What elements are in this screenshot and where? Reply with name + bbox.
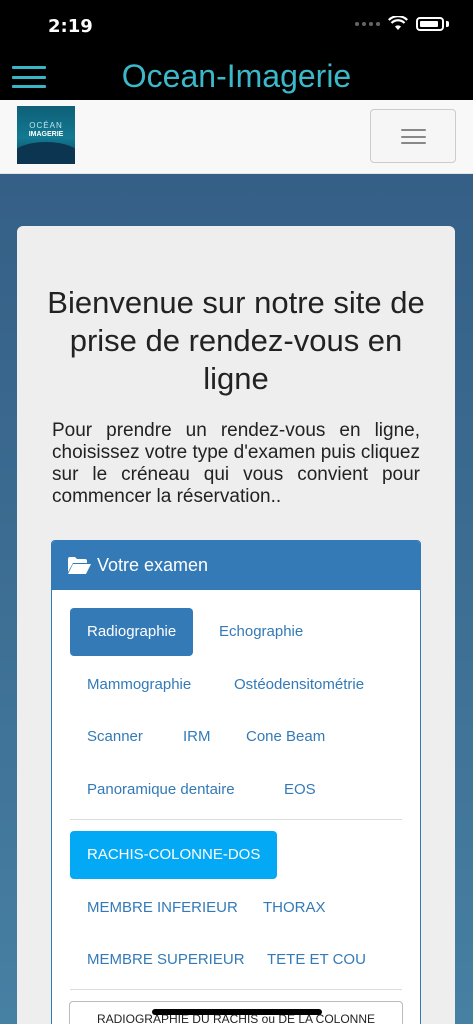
hamburger-icon — [401, 129, 426, 144]
exam-panel-heading: Votre examen — [52, 541, 420, 590]
signal-icon — [355, 21, 380, 26]
region-tab-tete-et-cou[interactable]: TETE ET COU — [250, 936, 383, 984]
status-bar: 2:19 — [0, 0, 473, 52]
site-navbar: OCÉAN IMAGERIE — [0, 100, 473, 174]
navbar-toggle-button[interactable] — [370, 109, 456, 163]
exam-tab-cone-beam[interactable]: Cone Beam — [229, 713, 342, 761]
exam-tab-eos[interactable]: EOS — [267, 766, 333, 814]
region-tab-thorax[interactable]: THORAX — [246, 884, 343, 932]
welcome-title: Bienvenue sur notre site de prise de ren… — [47, 285, 425, 396]
exam-tab-radiographie[interactable]: Radiographie — [70, 608, 194, 656]
exam-tab-mammographie[interactable]: Mammographie — [70, 661, 208, 709]
app-header: Ocean-Imagerie — [0, 52, 473, 100]
wifi-icon — [388, 16, 408, 30]
exam-tab-panoramique-dentaire[interactable]: Panoramique dentaire — [70, 766, 252, 814]
welcome-intro: Pour prendre un rendez-vous en ligne, ch… — [52, 420, 420, 507]
region-tab-membre-superieur[interactable]: MEMBRE SUPERIEUR — [70, 936, 262, 984]
battery-icon — [416, 16, 444, 31]
battery-tip — [446, 20, 449, 27]
logo-wave — [17, 142, 75, 164]
exam-tab-irm[interactable]: IRM — [166, 713, 228, 761]
folder-open-icon — [68, 557, 91, 574]
exam-tab-echographie[interactable]: Echographie — [202, 608, 320, 656]
region-tab-membre-inferieur[interactable]: MEMBRE INFERIEUR — [70, 884, 255, 932]
region-divider — [70, 989, 402, 990]
logo-text-top: OCÉAN — [29, 121, 63, 130]
status-icons — [355, 16, 449, 31]
site-logo[interactable]: OCÉAN IMAGERIE — [17, 106, 75, 164]
exam-panel-title: Votre examen — [97, 555, 209, 575]
region-tab-rachis[interactable]: RACHIS-COLONNE-DOS — [70, 831, 278, 879]
exam-panel: Votre examen Radiographie Echographie Ma… — [51, 540, 421, 1024]
exam-tab-osteodensitometrie[interactable]: Ostéodensitométrie — [217, 661, 381, 709]
exam-tab-scanner[interactable]: Scanner — [70, 713, 160, 761]
welcome-card: Bienvenue sur notre site de prise de ren… — [17, 226, 455, 1024]
exam-divider — [70, 819, 402, 820]
app-title: Ocean-Imagerie — [121, 58, 352, 94]
logo-text-bottom: IMAGERIE — [28, 131, 64, 138]
home-indicator — [152, 1009, 322, 1015]
status-time: 2:19 — [48, 16, 93, 37]
